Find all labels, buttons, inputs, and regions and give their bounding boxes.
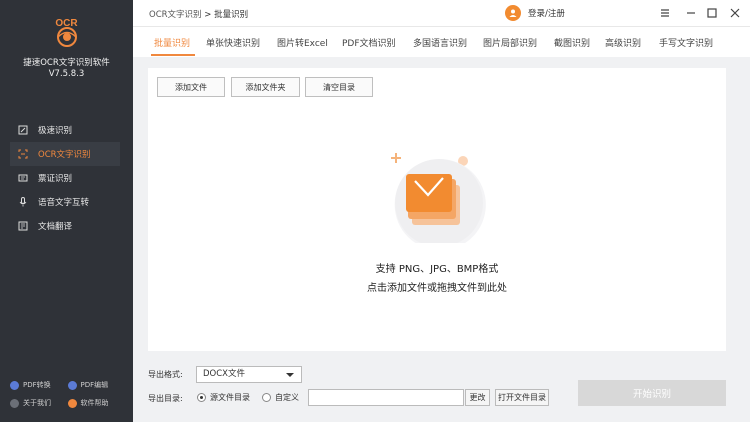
pdf-convert-link[interactable]: PDF转换 — [10, 380, 68, 390]
about-link[interactable]: 关于我们 — [10, 398, 68, 408]
radio-source-label: 源文件目录 — [210, 393, 250, 402]
sidebar-item-ticket[interactable]: 票证识别 — [10, 166, 120, 190]
tab-image-to-excel[interactable]: 图片转Excel — [277, 36, 328, 49]
supported-formats-text: 支持 PNG、JPG、BMP格式 — [375, 264, 499, 275]
about-icon — [10, 398, 19, 408]
help-label: 软件帮助 — [80, 399, 109, 407]
pdf-edit-link[interactable]: PDF编辑 — [67, 380, 126, 390]
sidebar-item-label: 极速识别 — [38, 126, 73, 136]
radio-unchecked-icon — [262, 393, 271, 402]
add-folder-button[interactable]: 添加文件夹 — [231, 77, 300, 97]
add-file-button[interactable]: 添加文件 — [157, 77, 225, 97]
tab-single-quick[interactable]: 单张快速识别 — [206, 36, 260, 49]
empty-folder-illustration-icon — [388, 143, 498, 251]
radio-source-dir[interactable]: 源文件目录 — [197, 392, 250, 403]
tab-batch[interactable]: 批量识别 — [154, 36, 190, 49]
top-bar: OCR文字识别 > 批量识别 登录/注册 — [133, 0, 750, 27]
app-logo-icon: OCR — [52, 18, 82, 48]
export-path-input[interactable] — [308, 389, 464, 406]
pdf-convert-icon — [10, 380, 19, 390]
radio-checked-icon — [197, 393, 206, 402]
pdf-edit-icon — [67, 380, 77, 390]
pdf-convert-label: PDF转换 — [23, 381, 51, 389]
menu-icon[interactable] — [659, 7, 671, 19]
sidebar-item-speed[interactable]: 极速识别 — [10, 118, 120, 142]
breadcrumb-parent[interactable]: OCR文字识别 — [149, 10, 202, 20]
help-icon — [67, 398, 77, 408]
chevron-down-icon — [286, 373, 294, 377]
scan-icon — [18, 149, 28, 159]
radio-custom-label: 自定义 — [275, 393, 299, 402]
file-drop-area[interactable]: 添加文件 添加文件夹 清空目录 支持 PNG、JPG、BMP格式 点击添加文件或… — [148, 68, 726, 351]
radio-custom-dir[interactable]: 自定义 — [262, 392, 299, 403]
tab-pdf[interactable]: PDF文档识别 — [342, 36, 396, 49]
sidebar-nav: 极速识别 OCR文字识别 票证识别 语音文字互转 文档翻译 — [10, 118, 120, 238]
user-avatar-icon — [505, 5, 521, 21]
sidebar-item-translate[interactable]: 文档翻译 — [10, 214, 120, 238]
speed-icon — [18, 125, 28, 135]
drop-hint-text: 点击添加文件或拖拽文件到此处 — [367, 283, 507, 294]
sidebar-footer: PDF转换 PDF编辑 关于我们 软件帮助 — [10, 376, 125, 412]
export-format-select[interactable]: DOCX文件 — [196, 366, 302, 383]
breadcrumb-current: > 批量识别 — [204, 10, 249, 20]
minimize-icon[interactable] — [685, 7, 697, 19]
tab-multilanguage[interactable]: 多国语言识别 — [413, 36, 467, 49]
active-tab-indicator — [151, 54, 195, 56]
sidebar-item-label: OCR文字识别 — [38, 150, 91, 160]
login-button[interactable]: 登录/注册 — [505, 5, 565, 21]
export-format-label: 导出格式: — [148, 370, 183, 379]
microphone-icon — [18, 197, 28, 207]
tab-handwriting[interactable]: 手写文字识别 — [659, 36, 713, 49]
maximize-icon[interactable] — [706, 7, 718, 19]
app-logo-block: OCR 捷速OCR文字识别软件 V7.5.8.3 — [0, 18, 133, 80]
sidebar-item-ocr[interactable]: OCR文字识别 — [10, 142, 120, 166]
app-name: 捷速OCR文字识别软件 — [23, 58, 110, 68]
ticket-icon — [18, 173, 28, 183]
start-recognition-button[interactable]: 开始识别 — [578, 380, 726, 406]
export-format-value: DOCX文件 — [203, 369, 245, 379]
logo-text: OCR — [55, 18, 78, 29]
feature-tabs: 批量识别 单张快速识别 图片转Excel PDF文档识别 多国语言识别 图片局部… — [133, 27, 750, 57]
pdf-edit-label: PDF编辑 — [80, 381, 109, 389]
app-version: V7.5.8.3 — [48, 69, 85, 79]
tab-image-partial[interactable]: 图片局部识别 — [483, 36, 537, 49]
open-folder-button[interactable]: 打开文件目录 — [495, 389, 549, 406]
sidebar-item-label: 文档翻译 — [38, 222, 73, 232]
close-icon[interactable] — [729, 7, 741, 19]
sidebar-item-voice[interactable]: 语音文字互转 — [10, 190, 120, 214]
tab-screenshot[interactable]: 截图识别 — [554, 36, 590, 49]
help-link[interactable]: 软件帮助 — [67, 398, 126, 408]
tab-advanced[interactable]: 高级识别 — [605, 36, 641, 49]
change-dir-button[interactable]: 更改 — [465, 389, 490, 406]
login-label: 登录/注册 — [528, 9, 565, 19]
sidebar-item-label: 语音文字互转 — [38, 198, 90, 208]
breadcrumb: OCR文字识别 > 批量识别 — [149, 8, 248, 20]
about-label: 关于我们 — [23, 399, 51, 407]
translate-icon — [18, 221, 28, 231]
clear-list-button[interactable]: 清空目录 — [305, 77, 373, 97]
export-dir-label: 导出目录: — [148, 394, 183, 403]
sidebar: OCR 捷速OCR文字识别软件 V7.5.8.3 极速识别 OCR文字识别 票证… — [0, 0, 133, 422]
sidebar-item-label: 票证识别 — [38, 174, 73, 184]
